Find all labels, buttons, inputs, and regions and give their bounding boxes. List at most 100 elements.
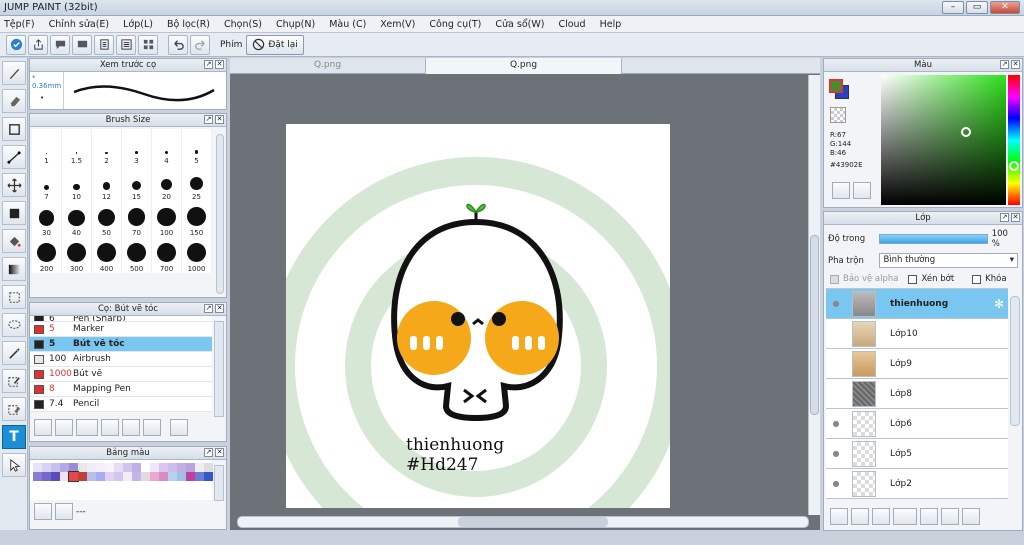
brush-size-cell[interactable]: 70 [122, 201, 152, 237]
brush-settings-button[interactable] [34, 419, 52, 436]
layer-row[interactable]: Lớp8 [826, 379, 1008, 409]
add-layer-menu-button[interactable] [893, 508, 917, 525]
palette-swatch[interactable] [69, 463, 78, 472]
hue-slider[interactable] [1008, 75, 1020, 205]
palette-swatch[interactable] [96, 463, 105, 472]
palette-swatch[interactable] [33, 463, 42, 472]
check-button[interactable] [6, 34, 26, 55]
palette-swatch[interactable] [186, 472, 195, 481]
brush-folder-button[interactable] [122, 419, 140, 436]
eraser-tool[interactable] [2, 89, 26, 113]
float-icon[interactable]: ↗ [204, 60, 213, 69]
redo-button[interactable] [190, 34, 210, 55]
panel-close-icon[interactable]: ✕ [215, 60, 224, 69]
fill-rect-tool[interactable] [2, 201, 26, 225]
brush-size-scrollbar[interactable] [216, 134, 224, 294]
menu-view[interactable]: Xem(V) [380, 19, 415, 30]
float-icon[interactable]: ↗ [204, 448, 213, 457]
palette-swatch[interactable] [123, 472, 132, 481]
palette-swatch[interactable] [204, 472, 213, 481]
eyedropper-button[interactable] [853, 182, 871, 199]
brush-duplicate-button[interactable] [143, 419, 161, 436]
drawing-canvas[interactable]: thienhuong #Hd247 [286, 124, 670, 508]
undo-button[interactable] [168, 34, 188, 55]
bucket-tool[interactable] [2, 229, 26, 253]
line-tool[interactable] [2, 145, 26, 169]
palette-swatch[interactable] [78, 472, 87, 481]
palette-swatch[interactable] [141, 463, 150, 472]
float-icon[interactable]: ↗ [204, 115, 213, 124]
select-eraser-tool[interactable] [2, 397, 26, 421]
layer-row[interactable]: ● thienhuong ✻ [826, 289, 1008, 319]
brush-size-cell[interactable]: 1000 [182, 237, 212, 273]
brush-size-cell[interactable]: 20 [152, 165, 182, 201]
menu-filter[interactable]: Bộ lọc(R) [167, 19, 210, 30]
layers-scrollbar[interactable] [1010, 296, 1020, 426]
menu-cloud[interactable]: Cloud [558, 19, 585, 30]
blend-select[interactable]: Bình thường ▾ [879, 253, 1018, 268]
menu-layer[interactable]: Lớp(L) [123, 19, 153, 30]
new-layer-button[interactable] [830, 508, 848, 525]
layer-row[interactable]: Lớp9 [826, 349, 1008, 379]
brush-menu-button[interactable] [76, 419, 98, 436]
brush-size-cell[interactable]: 150 [182, 201, 212, 237]
panel-close-icon[interactable]: ✕ [215, 448, 224, 457]
menu-help[interactable]: Help [600, 19, 622, 30]
layer-visibility-icon[interactable]: ● [826, 299, 846, 308]
palette-swatch[interactable] [42, 472, 51, 481]
brush-size-cell[interactable]: 10 [62, 165, 92, 201]
comment-button[interactable] [50, 34, 70, 55]
layer-visibility-icon[interactable]: ● [826, 419, 846, 428]
gear-icon[interactable]: ✻ [994, 297, 1004, 311]
brush-size-cell[interactable]: 4 [152, 129, 182, 165]
palette-swatch[interactable] [78, 463, 87, 472]
canvas-vertical-scrollbar[interactable] [808, 75, 820, 515]
clip-checkbox[interactable] [908, 274, 918, 284]
palette-swatch[interactable] [51, 472, 60, 481]
brush-size-cell[interactable]: 300 [62, 237, 92, 273]
palette-swatch[interactable] [60, 472, 69, 481]
menu-tools[interactable]: Công cụ(T) [429, 19, 481, 30]
float-icon[interactable]: ↗ [1000, 60, 1009, 69]
palette-swatch[interactable] [150, 472, 159, 481]
brush-size-cell[interactable]: 700 [152, 237, 182, 273]
brush-list-item[interactable]: 5 Bút vẽ tóc [30, 337, 212, 352]
palette-swatch[interactable] [60, 463, 69, 472]
text-tool[interactable]: T [2, 425, 26, 449]
brush-size-cell[interactable]: 40 [62, 201, 92, 237]
message-button[interactable] [72, 34, 92, 55]
layer-row[interactable]: ● Lớp5 [826, 439, 1008, 469]
brush-size-cell[interactable]: 25 [182, 165, 212, 201]
brush-list-item[interactable]: 100 Airbrush [30, 352, 212, 367]
lock-checkbox[interactable] [972, 274, 982, 284]
palette-swatch[interactable] [114, 463, 123, 472]
palette-swatch[interactable] [68, 471, 79, 482]
palette-swatch[interactable] [186, 463, 195, 472]
brush-size-cell[interactable]: 7 [32, 165, 62, 201]
brush-list-item[interactable]: 8 Mapping Pen [30, 382, 212, 397]
brush-size-cell[interactable]: 50 [92, 201, 122, 237]
magic-wand-tool[interactable] [2, 341, 26, 365]
document-button[interactable] [94, 34, 114, 55]
palette-swatch[interactable] [123, 463, 132, 472]
menu-select[interactable]: Chọn(S) [224, 19, 262, 30]
menu-capture[interactable]: Chụp(N) [276, 19, 315, 30]
grid-button[interactable] [138, 34, 158, 55]
palette-swatch[interactable] [42, 463, 51, 472]
brush-size-cell[interactable]: 3 [122, 129, 152, 165]
palette-swatch[interactable] [159, 463, 168, 472]
palette-swatch[interactable] [195, 472, 204, 481]
opacity-slider[interactable] [878, 234, 988, 244]
tab-q-png-1[interactable]: Q.png [230, 58, 426, 74]
canvas-horizontal-scrollbar[interactable] [237, 516, 809, 528]
brush-size-cell[interactable]: 400 [92, 237, 122, 273]
layer-folder-button[interactable] [920, 508, 938, 525]
menu-edit[interactable]: Chỉnh sửa(E) [49, 19, 110, 30]
layer-menu-button[interactable] [962, 508, 980, 525]
palette-swatch[interactable] [150, 463, 159, 472]
tab-q-png-2[interactable]: Q.png [426, 58, 622, 74]
palette-swatch[interactable] [96, 472, 105, 481]
brush-list-item[interactable]: 5 Marker [30, 322, 212, 337]
palette-swatch[interactable] [177, 472, 186, 481]
brush-size-cell[interactable]: 1 [32, 129, 62, 165]
